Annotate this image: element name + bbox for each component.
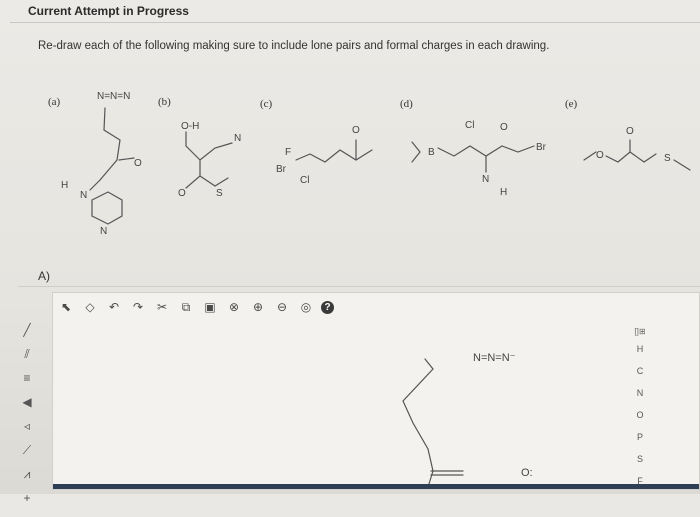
answer-divider [18, 286, 700, 287]
atom-palette: []⊞ H C N O P S F [625, 327, 655, 490]
chain-tool[interactable]: ⩘ [16, 465, 38, 483]
double-bond-tool[interactable]: ⫽ [16, 345, 38, 363]
d-chlorine: Cl [465, 120, 474, 131]
d-amine-h: H [500, 187, 507, 198]
zoom-out-icon[interactable]: ⊖ [273, 298, 291, 316]
e-thio-s: S [664, 153, 671, 164]
bond-tool-panel: ╱ ⫽ ≡ ◀ ◃ ⟋ ⩘ + [7, 293, 47, 517]
atom-h-button[interactable]: H [637, 340, 644, 358]
b-hydroxyl: O-H [181, 121, 199, 132]
e-ether-o: O [596, 150, 604, 161]
molecule-d: B Cl O Br N H [411, 120, 547, 198]
single-bond-tool[interactable]: ╱ [16, 321, 38, 339]
eraser-icon[interactable]: ◇ [81, 298, 99, 316]
periodic-table-icon[interactable]: []⊞ [634, 327, 645, 336]
drawing-canvas[interactable]: N=N=N⁻ O: [53, 321, 619, 489]
molecule-structures: N=N=N O H N N O-H N O S F Br Cl O B Cl O… [61, 91, 691, 237]
atom-c-button[interactable]: C [637, 362, 644, 380]
drawn-azide-text: N=N=N⁻ [473, 352, 516, 364]
molecule-b: O-H N O S [178, 121, 241, 199]
paste-icon[interactable]: ▣ [201, 298, 219, 316]
c-carbonyl-o: O [352, 125, 360, 136]
zoom-fit-icon[interactable]: ◎ [297, 298, 315, 316]
d-amine-n: N [482, 174, 489, 185]
zoom-custom-icon[interactable]: ⊗ [225, 298, 243, 316]
a-carbonyl-o: O [134, 158, 142, 169]
b-carbonyl-o: O [178, 188, 186, 199]
atom-o-button[interactable]: O [636, 406, 643, 424]
copy-icon[interactable]: ⧉ [177, 298, 195, 316]
a-ring-n1: N [80, 190, 87, 201]
atom-p-button[interactable]: P [637, 428, 643, 446]
a-hydrazine-h: H [61, 180, 68, 191]
zoom-in-icon[interactable]: ⊕ [249, 298, 267, 316]
charge-plus-tool[interactable]: + [16, 489, 38, 507]
wedge-bond-tool[interactable]: ◀ [16, 393, 38, 411]
undo-icon[interactable]: ↶ [105, 298, 123, 316]
help-icon[interactable]: ? [321, 300, 334, 314]
select-arrow-icon[interactable]: ⬉ [57, 298, 75, 316]
a-ring-n2: N [100, 226, 107, 237]
drawn-structure [402, 358, 464, 488]
b-thio-s: S [216, 188, 223, 199]
d-bromine: Br [536, 142, 547, 153]
e-carbonyl-o: O [626, 126, 634, 137]
molecule-e: O O S [583, 126, 691, 171]
editor-toolbar: ⬉ ◇ ↶ ↷ ✂ ⧉ ▣ ⊗ ⊕ ⊖ ◎ ? [53, 293, 699, 321]
b-nitrile-n: N [234, 133, 241, 144]
molecule-a: N=N=N O H N N [61, 91, 142, 237]
redo-icon[interactable]: ↷ [129, 298, 147, 316]
answer-part-label: A) [38, 269, 50, 283]
dash-bond-tool[interactable]: ◃ [16, 417, 38, 435]
cut-icon[interactable]: ✂ [153, 298, 171, 316]
triple-bond-tool[interactable]: ≡ [16, 369, 38, 387]
structure-editor[interactable]: ╱ ⫽ ≡ ◀ ◃ ⟋ ⩘ + ⬉ ◇ ↶ ↷ ✂ ⧉ ▣ ⊗ ⊕ ⊖ ◎ ? … [22, 292, 700, 505]
c-bromine: Br [276, 164, 287, 175]
molecule-c: F Br Cl O [276, 125, 373, 186]
c-chlorine: Cl [300, 175, 309, 186]
d-ether-o: O [500, 122, 508, 133]
editor-bottom-bar [53, 484, 699, 489]
drawn-oxygen-text: O: [521, 467, 533, 479]
stereo-bond-tool[interactable]: ⟋ [16, 441, 38, 459]
d-boron: B [428, 147, 435, 158]
atom-n-button[interactable]: N [637, 384, 644, 402]
atom-s-button[interactable]: S [637, 450, 643, 468]
c-fluorine: F [285, 147, 291, 158]
azide-text: N=N=N [97, 91, 130, 102]
